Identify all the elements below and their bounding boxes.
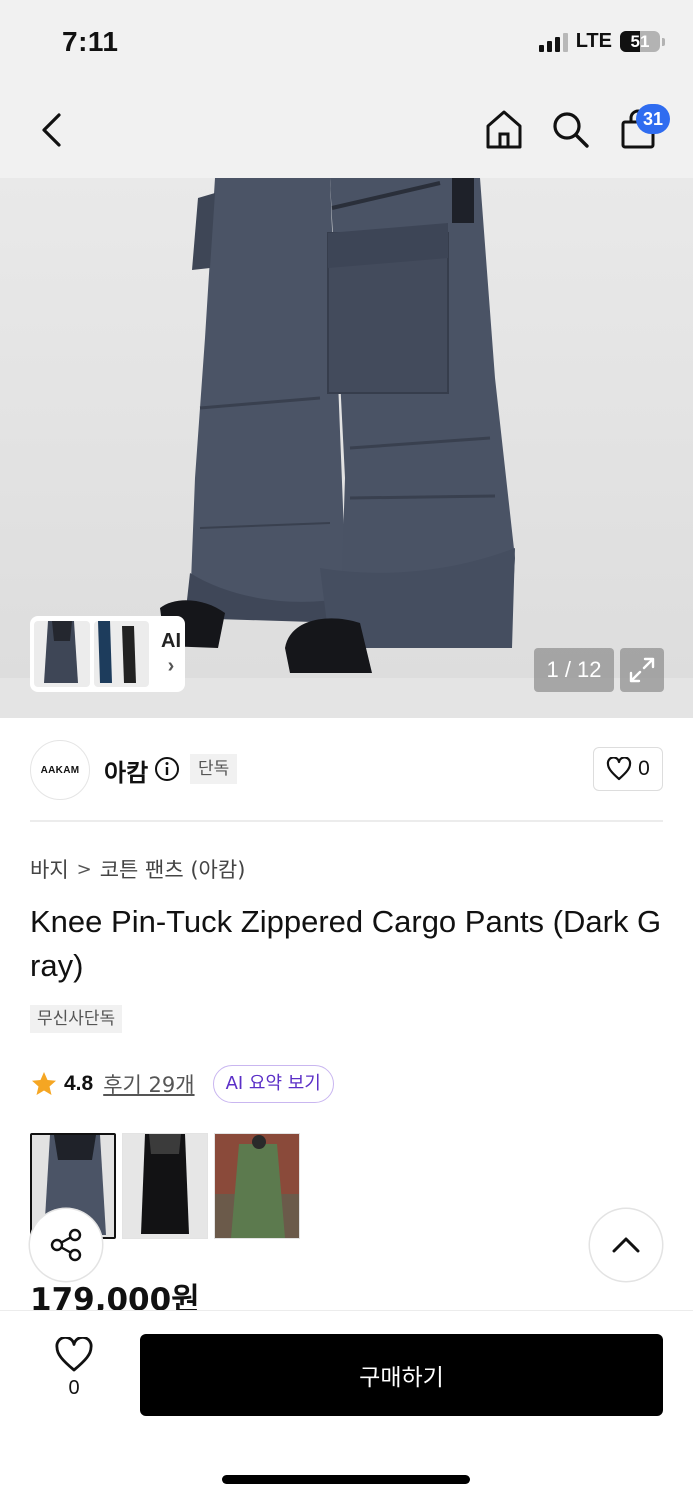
musinsa-exclusive-tag: 무신사단독 [30, 1005, 123, 1033]
share-button[interactable] [30, 1209, 102, 1281]
review-link[interactable]: 후기 29개 [103, 1069, 194, 1099]
heart-outline-icon [55, 1337, 93, 1372]
scroll-top-button[interactable] [590, 1209, 662, 1281]
product-image-gallery[interactable]: AI › 1 / 12 [0, 178, 693, 718]
buy-button[interactable]: 구매하기 [140, 1334, 663, 1416]
status-time: 7:11 [62, 26, 119, 57]
brand-exclusive-tag: 단독 [190, 754, 238, 784]
ai-recommend-link[interactable]: AI › [161, 630, 181, 678]
product-title: Knee Pin-Tuck Zippered Cargo Pants (Dark… [30, 904, 662, 983]
variant-khaki[interactable] [214, 1133, 300, 1239]
star-icon [32, 1072, 56, 1095]
brand-logo-text: AAKAM [40, 764, 80, 776]
cart-button[interactable]: 31 [614, 104, 670, 152]
ai-thumbnail-1 [34, 621, 90, 687]
divider [30, 820, 663, 822]
rating-value: 4.8 [64, 1072, 94, 1095]
status-bar: 7:11 LTE 51 [0, 0, 693, 88]
top-nav-bar: 31 [0, 88, 693, 178]
wishlist-count: 0 [68, 1377, 80, 1399]
battery-icon: 51 [620, 31, 660, 52]
chevron-left-icon [42, 113, 61, 147]
back-button[interactable] [30, 108, 74, 152]
expand-icon [629, 657, 655, 683]
ai-thumbnail-2 [93, 621, 149, 687]
info-icon[interactable] [154, 756, 180, 782]
ai-summary-button[interactable]: AI 요약 보기 [212, 1065, 334, 1103]
rating-row: 4.8 후기 29개 AI 요약 보기 [30, 1064, 334, 1104]
home-button[interactable] [482, 106, 526, 152]
search-button[interactable] [548, 106, 592, 152]
heart-outline-icon [607, 757, 632, 781]
network-type: LTE [575, 30, 612, 52]
wishlist-button[interactable]: 0 [48, 1337, 100, 1407]
battery-tip [662, 37, 665, 46]
cart-count-badge: 31 [636, 104, 670, 134]
chevron-up-icon [612, 1237, 640, 1253]
signal-strength-icon [538, 32, 568, 52]
brand-name[interactable]: 아캄 [104, 753, 148, 788]
share-icon [50, 1228, 82, 1262]
ai-label: AI [161, 630, 181, 652]
expand-image-button[interactable] [620, 648, 664, 692]
home-indicator[interactable] [222, 1475, 470, 1484]
breadcrumb-item-category[interactable]: 바지 [30, 854, 69, 884]
battery-percent: 51 [630, 32, 650, 51]
variant-black[interactable] [122, 1133, 208, 1239]
search-icon [553, 112, 589, 148]
brand-row: AAKAM 아캄 단독 0 [30, 740, 663, 800]
status-indicators: LTE 51 [538, 30, 665, 53]
image-page-counter: 1 / 12 [534, 648, 614, 692]
breadcrumb-item-subcategory[interactable]: 코튼 팬츠 (아캄) [100, 854, 246, 884]
breadcrumb-separator-icon: > [76, 858, 92, 880]
ai-thumbnail-strip[interactable]: AI › [30, 616, 185, 692]
bottom-action-bar: 0 구매하기 [0, 1310, 693, 1500]
brand-logo[interactable]: AAKAM [30, 740, 90, 800]
chevron-right-icon: › [167, 655, 175, 677]
brand-like-button[interactable]: 0 [593, 747, 663, 791]
breadcrumb: 바지 > 코튼 팬츠 (아캄) [30, 854, 245, 884]
brand-like-count: 0 [638, 757, 650, 780]
home-icon [486, 110, 522, 149]
